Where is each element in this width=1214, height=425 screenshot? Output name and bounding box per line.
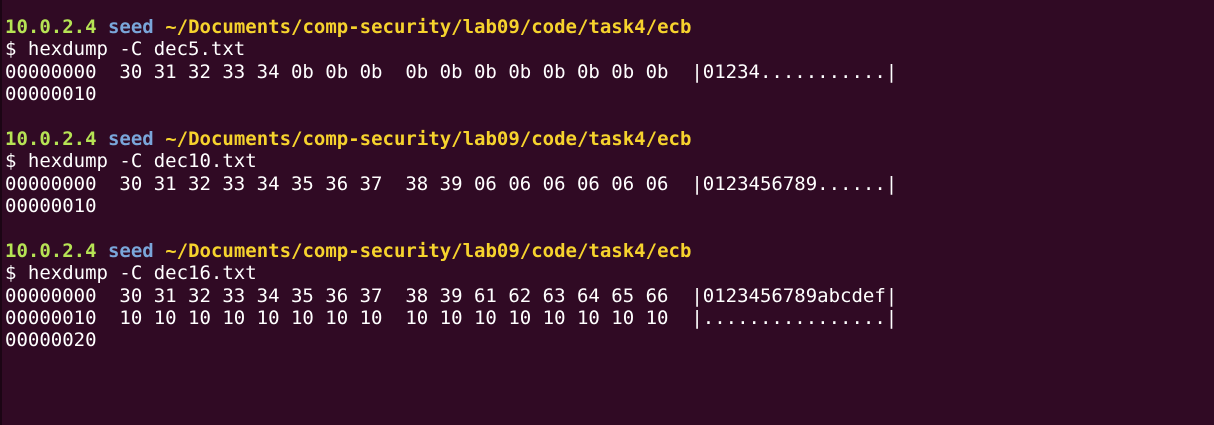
prompt-line: 10.0.2.4 seed ~/Documents/comp-security/…: [5, 16, 1214, 38]
prompt-host: 10.0.2.4: [5, 127, 97, 150]
command-block-2: 10.0.2.4 seed ~/Documents/comp-security/…: [5, 128, 1214, 218]
prompt-user: seed: [107, 16, 154, 38]
command-block-3: 10.0.2.4 seed ~/Documents/comp-security/…: [5, 240, 1214, 352]
output-line: 00000010: [5, 195, 97, 218]
output-line: 00000000 30 31 32 33 34 35 36 37 38 39 0…: [5, 172, 898, 195]
output-line: 00000020: [5, 329, 97, 352]
command-block-1: 10.0.2.4 seed ~/Documents/comp-security/…: [5, 16, 1214, 106]
prompt-host: 10.0.2.4: [5, 239, 97, 262]
prompt-user: seed: [107, 239, 154, 262]
output-line: 00000010 10 10 10 10 10 10 10 10 10 10 1…: [5, 307, 898, 330]
command-line: $ hexdump -C dec5.txt: [5, 38, 246, 61]
terminal-window[interactable]: 10.0.2.4 seed ~/Documents/comp-security/…: [0, 0, 1214, 425]
output-line: 00000010: [5, 83, 97, 106]
prompt-path: ~/Documents/comp-security/lab09/code/tas…: [165, 127, 692, 150]
prompt-path: ~/Documents/comp-security/lab09/code/tas…: [165, 239, 692, 262]
prompt-line: 10.0.2.4 seed ~/Documents/comp-security/…: [5, 240, 1214, 262]
prompt-path: ~/Documents/comp-security/lab09/code/tas…: [165, 16, 692, 38]
command-line: $ hexdump -C dec10.txt: [5, 150, 257, 173]
window-edge: [0, 0, 2, 425]
output-line: 00000000 30 31 32 33 34 0b 0b 0b 0b 0b 0…: [5, 60, 898, 83]
prompt-user: seed: [107, 127, 154, 150]
prompt-line: 10.0.2.4 seed ~/Documents/comp-security/…: [5, 128, 1214, 150]
prompt-host: 10.0.2.4: [5, 16, 97, 38]
command-line: $ hexdump -C dec16.txt: [5, 262, 257, 285]
output-line: 00000000 30 31 32 33 34 35 36 37 38 39 6…: [5, 284, 898, 307]
